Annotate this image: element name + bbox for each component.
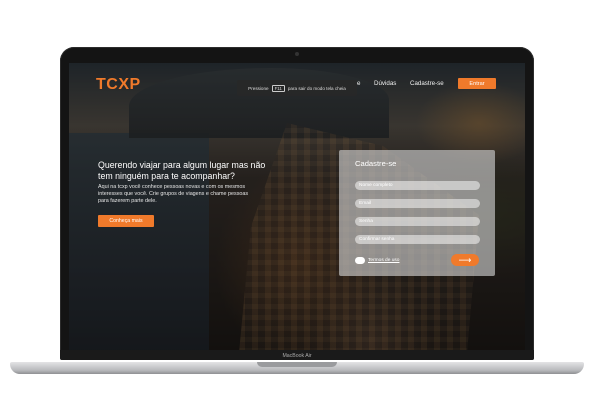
hero-text: Aqui na tcxp você conhece pessoas novas … [98, 184, 249, 204]
hero-title: Querendo viajar para algum lugar mas não… [98, 160, 266, 181]
signup-card: Cadastre-se Nome completo Email Senha Co… [339, 150, 495, 276]
nav-item-cadastre[interactable]: Cadastre-se [410, 80, 444, 87]
password-field[interactable]: Senha [355, 217, 480, 226]
conheca-mais-button[interactable]: Conheça mais [98, 215, 154, 227]
fullscreen-banner-suffix: para sair do modo tela cheia [287, 85, 346, 91]
fullscreen-banner-prefix: Pressione [248, 85, 269, 91]
email-field[interactable]: Email [355, 199, 480, 208]
laptop-brand: MacBook Air [282, 353, 312, 359]
logo[interactable]: TCXP [96, 76, 141, 94]
name-field[interactable]: Nome completo [355, 181, 480, 190]
screen: TCXP Pressione F11 para sair do modo tel… [69, 63, 525, 350]
terms-toggle[interactable] [355, 257, 365, 264]
camera [295, 52, 299, 56]
arrow-right-icon: ⟶ [458, 254, 472, 265]
fullscreen-banner: Pressione F11 para sair do modo tela che… [237, 80, 357, 96]
nav-item-partial[interactable]: e [357, 80, 360, 87]
signup-title: Cadastre-se [355, 159, 397, 168]
terms-link[interactable]: Termos de uso [368, 258, 399, 263]
submit-button[interactable]: ⟶ [451, 254, 479, 266]
laptop-notch [257, 362, 337, 367]
nav-item-duvidas[interactable]: Dúvidas [374, 80, 396, 87]
entrar-button[interactable]: Entrar [458, 78, 496, 89]
fullscreen-key: F11 [271, 84, 285, 92]
confirm-password-field[interactable]: Confirmar senha [355, 235, 480, 244]
